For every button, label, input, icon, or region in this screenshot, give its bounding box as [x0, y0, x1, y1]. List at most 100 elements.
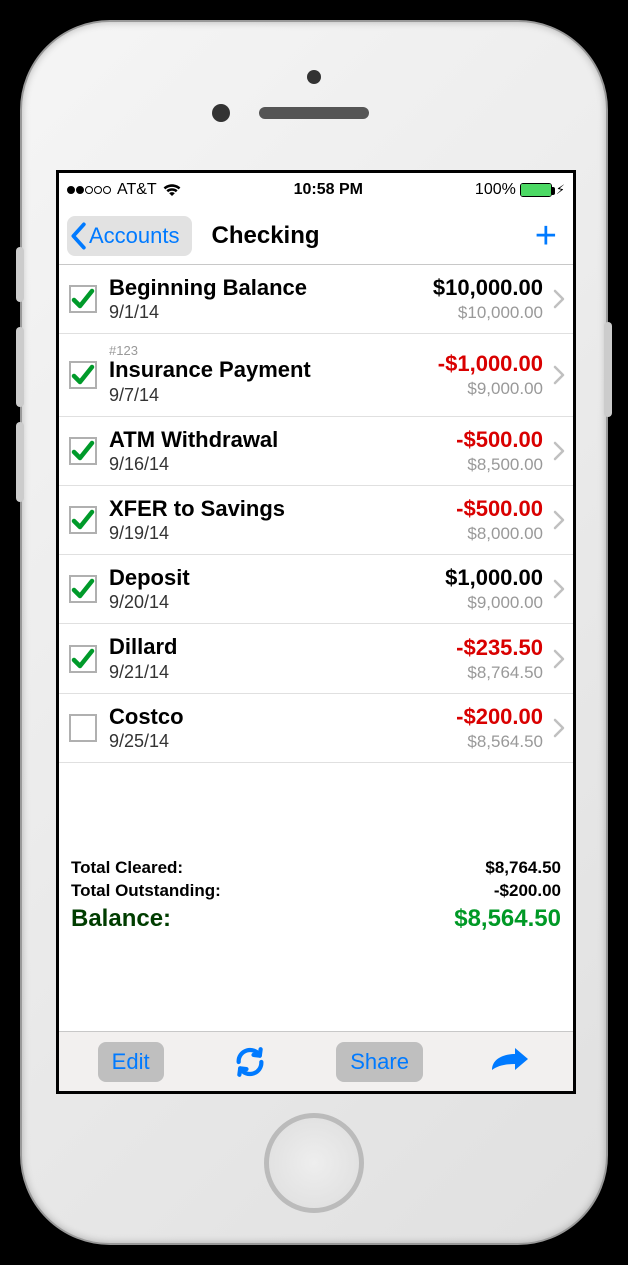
sync-icon	[233, 1045, 267, 1079]
edit-button[interactable]: Edit	[98, 1042, 164, 1082]
mute-switch	[16, 247, 24, 302]
cleared-checkbox[interactable]	[69, 361, 97, 389]
transaction-running-balance: $9,000.00	[445, 593, 543, 613]
share-button-label: Share	[350, 1049, 409, 1075]
chevron-right-icon	[547, 441, 567, 461]
power-button	[604, 322, 612, 417]
chevron-right-icon	[547, 649, 567, 669]
transaction-title: Beginning Balance	[109, 275, 433, 300]
battery-percentage: 100%	[475, 181, 516, 199]
battery-icon	[520, 183, 552, 197]
navigation-bar: Accounts Checking +	[59, 207, 573, 265]
transaction-amounts: $1,000.00$9,000.00	[445, 565, 547, 613]
transaction-main: Costco9/25/14	[97, 704, 456, 752]
transaction-amount: -$500.00	[456, 496, 543, 522]
cleared-checkbox[interactable]	[69, 645, 97, 673]
charging-icon: ⚡︎	[556, 182, 565, 198]
transaction-amounts: -$500.00$8,000.00	[456, 496, 547, 544]
transaction-amount: $10,000.00	[433, 275, 543, 301]
volume-up-button	[16, 327, 24, 407]
edit-button-label: Edit	[112, 1049, 150, 1075]
cleared-checkbox[interactable]	[69, 437, 97, 465]
total-outstanding-value: -$200.00	[494, 880, 561, 903]
chevron-right-icon	[547, 510, 567, 530]
page-title: Checking	[192, 222, 527, 250]
balance-value: $8,564.50	[454, 905, 561, 933]
forward-arrow-icon	[489, 1048, 529, 1076]
transaction-main: XFER to Savings9/19/14	[97, 496, 456, 544]
transaction-title: Insurance Payment	[109, 357, 438, 382]
wifi-icon	[162, 183, 182, 197]
signal-strength-icon	[67, 181, 112, 199]
transaction-date: 9/1/14	[109, 302, 433, 323]
summary-block: Total Cleared: $8,764.50 Total Outstandi…	[59, 853, 573, 943]
transaction-row[interactable]: #123Insurance Payment 9/7/14-$1,000.00$9,…	[59, 334, 573, 416]
add-button[interactable]: +	[527, 217, 565, 255]
transaction-title: Costco	[109, 704, 456, 729]
transaction-amounts: -$1,000.00$9,000.00	[438, 351, 547, 399]
transaction-list: Beginning Balance9/1/14$10,000.00$10,000…	[59, 265, 573, 763]
back-button[interactable]: Accounts	[67, 216, 192, 256]
volume-down-button	[16, 422, 24, 502]
transaction-date: 9/25/14	[109, 731, 456, 752]
transaction-running-balance: $8,764.50	[456, 663, 543, 683]
transaction-title: Dillard	[109, 634, 456, 659]
cleared-checkbox[interactable]	[69, 714, 97, 742]
cleared-checkbox[interactable]	[69, 285, 97, 313]
transaction-date: 9/16/14	[109, 454, 456, 475]
transaction-running-balance: $8,000.00	[456, 524, 543, 544]
clock: 10:58 PM	[294, 181, 363, 199]
balance-label: Balance:	[71, 905, 171, 933]
transaction-row[interactable]: XFER to Savings9/19/14-$500.00$8,000.00	[59, 486, 573, 555]
transaction-title: Deposit	[109, 565, 445, 590]
transaction-amounts: -$500.00$8,500.00	[456, 427, 547, 475]
status-bar: AT&T 10:58 PM 100% ⚡︎	[59, 173, 573, 207]
transaction-amount: -$200.00	[456, 704, 543, 730]
transaction-main: Deposit9/20/14	[97, 565, 445, 613]
chevron-right-icon	[547, 579, 567, 599]
transaction-running-balance: $10,000.00	[433, 303, 543, 323]
transaction-amount: -$1,000.00	[438, 351, 543, 377]
carrier-label: AT&T	[117, 181, 157, 199]
back-button-label: Accounts	[89, 223, 180, 249]
transaction-date: 9/7/14	[109, 385, 438, 406]
share-button[interactable]: Share	[336, 1042, 423, 1082]
transaction-date: 9/21/14	[109, 662, 456, 683]
bottom-toolbar: Edit Share	[59, 1031, 573, 1091]
transaction-amounts: -$200.00$8,564.50	[456, 704, 547, 752]
transaction-main: ATM Withdrawal9/16/14	[97, 427, 456, 475]
proximity-sensor	[307, 70, 321, 84]
screen: AT&T 10:58 PM 100% ⚡︎ Accounts Checking …	[56, 170, 576, 1094]
sync-button[interactable]	[225, 1045, 275, 1079]
transaction-amount: $1,000.00	[445, 565, 543, 591]
plus-icon: +	[535, 215, 557, 257]
transaction-row[interactable]: Costco9/25/14-$200.00$8,564.50	[59, 694, 573, 763]
chevron-right-icon	[547, 365, 567, 385]
transaction-date: 9/19/14	[109, 523, 456, 544]
transaction-row[interactable]: Dillard 9/21/14-$235.50$8,764.50	[59, 624, 573, 693]
chevron-right-icon	[547, 289, 567, 309]
chevron-right-icon	[547, 718, 567, 738]
forward-button[interactable]	[484, 1048, 534, 1076]
cleared-checkbox[interactable]	[69, 575, 97, 603]
transaction-amount: -$500.00	[456, 427, 543, 453]
transaction-amount: -$235.50	[456, 635, 543, 661]
transaction-row[interactable]: Beginning Balance9/1/14$10,000.00$10,000…	[59, 265, 573, 334]
transaction-running-balance: $8,500.00	[456, 455, 543, 475]
front-camera	[212, 104, 230, 122]
transaction-title: ATM Withdrawal	[109, 427, 456, 452]
cleared-checkbox[interactable]	[69, 506, 97, 534]
transaction-date: 9/20/14	[109, 592, 445, 613]
earpiece-speaker	[259, 107, 369, 119]
transaction-running-balance: $9,000.00	[438, 379, 543, 399]
total-outstanding-label: Total Outstanding:	[71, 880, 221, 903]
transaction-title: XFER to Savings	[109, 496, 456, 521]
transaction-ref: #123	[109, 344, 438, 357]
home-button[interactable]	[264, 1113, 364, 1213]
transaction-amounts: $10,000.00$10,000.00	[433, 275, 547, 323]
transaction-amounts: -$235.50$8,764.50	[456, 635, 547, 683]
total-cleared-label: Total Cleared:	[71, 857, 183, 880]
transaction-row[interactable]: Deposit9/20/14$1,000.00$9,000.00	[59, 555, 573, 624]
transaction-row[interactable]: ATM Withdrawal9/16/14-$500.00$8,500.00	[59, 417, 573, 486]
transaction-main: Dillard 9/21/14	[97, 634, 456, 682]
